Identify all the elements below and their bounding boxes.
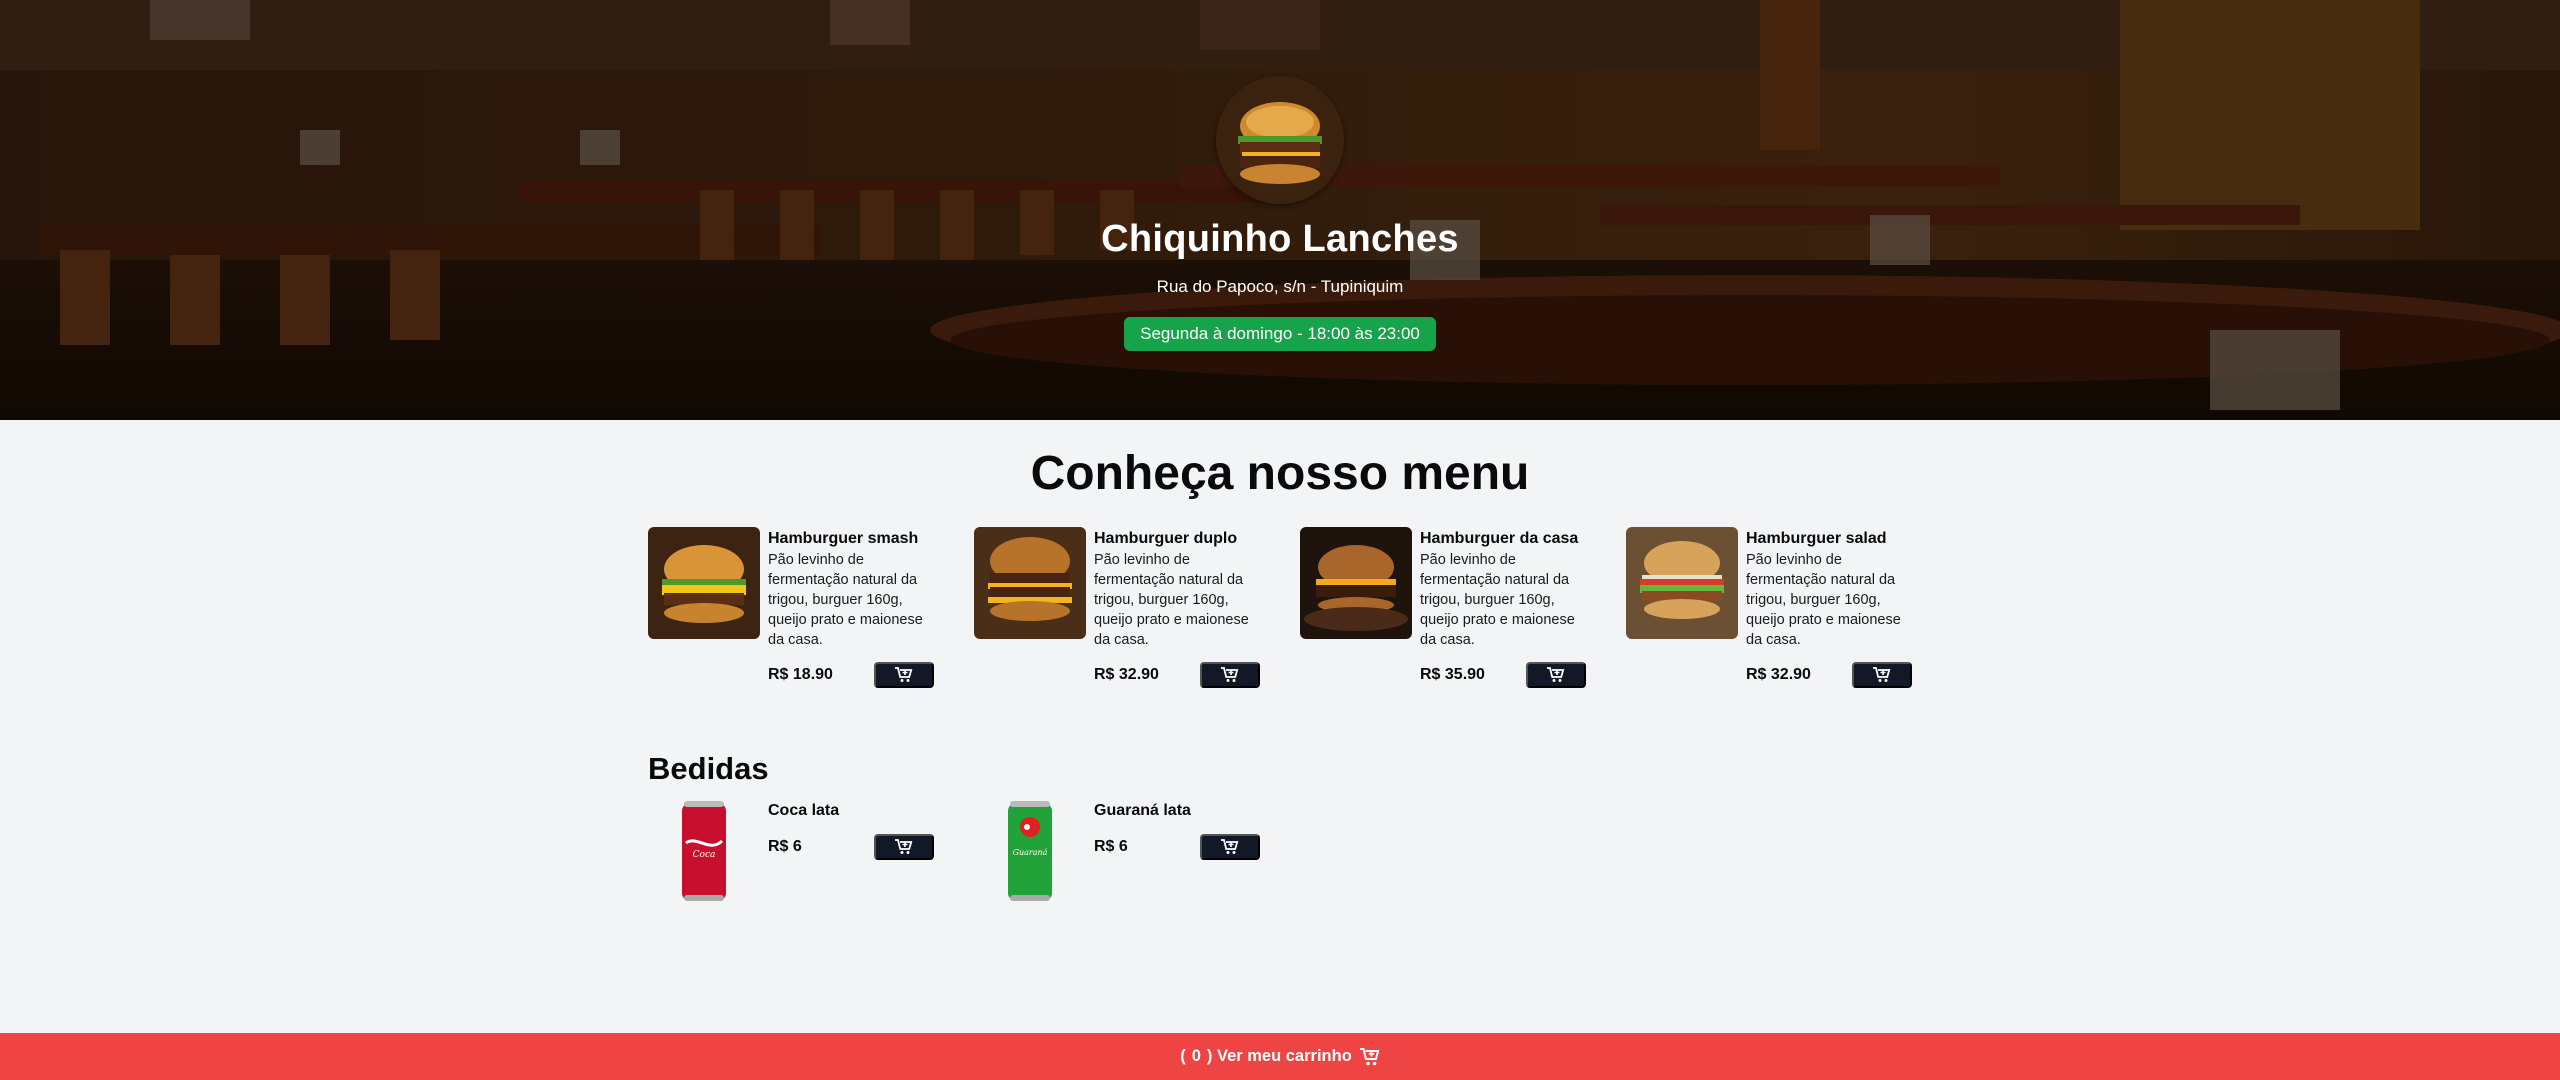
cart-open-paren: ( bbox=[1180, 1047, 1186, 1065]
item-description: Pão levinho de fermentação natural da tr… bbox=[1746, 552, 1901, 648]
cart-plus-icon bbox=[1873, 667, 1891, 682]
view-cart-label: ) Ver meu carrinho bbox=[1206, 1047, 1352, 1065]
drinks-section-title: Bedidas bbox=[648, 751, 769, 786]
restaurant-name: Chiquinho Lanches bbox=[1101, 218, 1459, 260]
item-price: R$ 18.90 bbox=[768, 666, 833, 683]
drinks-grid: Coca Coca lata R$ 6 Guaraná Guaraná lata… bbox=[648, 799, 1260, 903]
hamburguer-smash-image bbox=[648, 527, 760, 639]
coca-lata-image: Coca bbox=[648, 799, 760, 903]
item-price: R$ 32.90 bbox=[1746, 666, 1811, 683]
item-description: Pão levinho de fermentação natural da tr… bbox=[768, 552, 923, 648]
add-to-cart-button[interactable] bbox=[1200, 662, 1260, 688]
opening-hours-badge: Segunda à domingo - 18:00 às 23:00 bbox=[1124, 317, 1436, 351]
restaurant-address: Rua do Papoco, s/n - Tupiniquim bbox=[1156, 277, 1404, 296]
svg-text:Coca: Coca bbox=[693, 850, 716, 860]
item-price: R$ 32.90 bbox=[1094, 666, 1159, 683]
add-to-cart-button[interactable] bbox=[874, 834, 934, 860]
add-to-cart-button[interactable] bbox=[874, 662, 934, 688]
add-to-cart-button[interactable] bbox=[1526, 662, 1586, 688]
guarana-lata-image: Guaraná bbox=[974, 799, 1086, 903]
burger-logo bbox=[1216, 76, 1344, 204]
item-price: R$ 35.90 bbox=[1420, 666, 1485, 683]
menu-item-hamburguer-smash: Hamburguer smash Pão levinho de fermenta… bbox=[648, 527, 934, 692]
item-name: Guaraná lata bbox=[1094, 802, 1191, 819]
cart-plus-icon bbox=[1547, 667, 1565, 682]
cart-icon bbox=[1359, 1047, 1380, 1065]
add-to-cart-button[interactable] bbox=[1852, 662, 1912, 688]
svg-text:Guaraná: Guaraná bbox=[1013, 848, 1048, 857]
hamburguer-da-casa-image bbox=[1300, 527, 1412, 639]
item-name: Hamburguer smash bbox=[768, 530, 919, 547]
cart-plus-icon bbox=[895, 667, 913, 682]
item-description: Pão levinho de fermentação natural da tr… bbox=[1094, 552, 1249, 648]
cart-plus-icon bbox=[895, 839, 913, 854]
hamburguer-salad-image bbox=[1626, 527, 1738, 639]
menu-item-guarana-lata: Guaraná Guaraná lata R$ 6 bbox=[974, 799, 1260, 903]
item-price: R$ 6 bbox=[1094, 838, 1128, 855]
item-name: Coca lata bbox=[768, 802, 840, 819]
item-name: Hamburguer salad bbox=[1746, 530, 1887, 547]
menu-item-hamburguer-salad: Hamburguer salad Pão levinho de fermenta… bbox=[1626, 527, 1912, 692]
item-name: Hamburguer da casa bbox=[1420, 530, 1579, 547]
hero-banner: Chiquinho Lanches Rua do Papoco, s/n - T… bbox=[0, 0, 2560, 420]
menu-item-hamburguer-da-casa: Hamburguer da casa Pão levinho de fermen… bbox=[1300, 527, 1586, 692]
cart-plus-icon bbox=[1221, 667, 1239, 682]
cart-count: 0 bbox=[1191, 1047, 1201, 1065]
burger-menu-grid: Hamburguer smash Pão levinho de fermenta… bbox=[648, 527, 1912, 692]
view-cart-button[interactable]: ( 0 ) Ver meu carrinho bbox=[0, 1033, 2560, 1080]
add-to-cart-button[interactable] bbox=[1200, 834, 1260, 860]
menu-title: Conheça nosso menu bbox=[1030, 447, 1530, 500]
item-price: R$ 6 bbox=[768, 838, 802, 855]
item-description: Pão levinho de fermentação natural da tr… bbox=[1420, 552, 1575, 648]
cart-plus-icon bbox=[1221, 839, 1239, 854]
item-name: Hamburguer duplo bbox=[1094, 530, 1238, 547]
menu-item-hamburguer-duplo: Hamburguer duplo Pão levinho de fermenta… bbox=[974, 527, 1260, 692]
hamburguer-duplo-image bbox=[974, 527, 1086, 639]
menu-item-coca-lata: Coca Coca lata R$ 6 bbox=[648, 799, 934, 903]
hero-content: Chiquinho Lanches Rua do Papoco, s/n - T… bbox=[0, 0, 2560, 420]
